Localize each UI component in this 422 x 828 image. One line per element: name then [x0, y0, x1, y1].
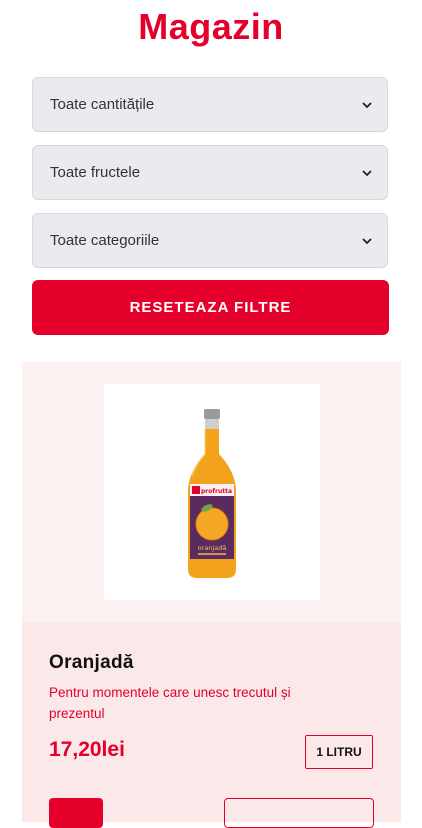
add-to-cart-button[interactable]	[49, 798, 103, 828]
category-filter-value: Toate categoriile	[50, 232, 160, 249]
svg-text:profrutta: profrutta	[201, 488, 232, 495]
product-details: Oranjadă Pentru momentele care unesc tre…	[22, 622, 401, 828]
orange-juice-bottle-image: profrutta oranjadă	[188, 409, 236, 578]
chevron-down-icon	[362, 101, 372, 108]
quantity-badge[interactable]: 1 LITRU	[305, 735, 373, 769]
quantity-filter-value: Toate cantitățile	[50, 96, 155, 113]
page-title: Magazin	[138, 6, 284, 47]
chevron-down-icon	[362, 169, 372, 176]
product-image[interactable]: profrutta oranjadă	[104, 384, 320, 600]
quantity-filter-select[interactable]: Toate cantitățile	[32, 77, 388, 132]
chevron-down-icon	[362, 237, 372, 244]
fruit-filter-value: Toate fructele	[50, 164, 141, 181]
svg-text:oranjadă: oranjadă	[198, 544, 227, 552]
reset-filters-button[interactable]: RESETEAZA FILTRE	[32, 280, 389, 335]
product-card[interactable]: profrutta oranjadă Oranjadă Pentru momen…	[22, 362, 401, 828]
product-description: Pentru momentele care unesc trecutul și …	[49, 685, 291, 721]
details-button[interactable]	[224, 798, 374, 828]
category-filter-select[interactable]: Toate categoriile	[32, 213, 388, 268]
product-price: 17,20lei	[49, 738, 125, 761]
fruit-filter-select[interactable]: Toate fructele	[32, 145, 388, 200]
product-name[interactable]: Oranjadă	[49, 652, 134, 674]
